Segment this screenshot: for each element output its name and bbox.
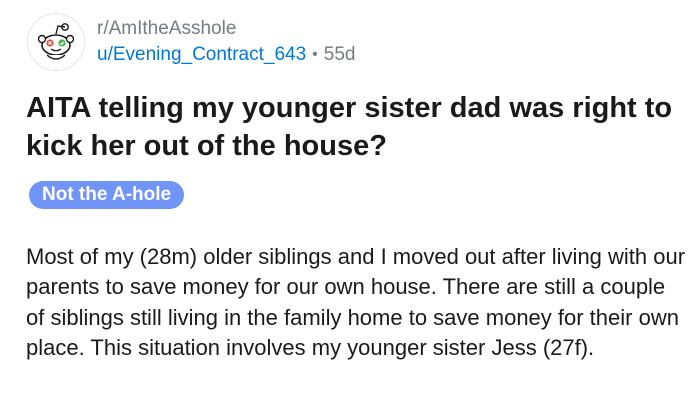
snoo-icon — [37, 23, 75, 60]
author-line: u/Evening_Contract_643 • 55d — [97, 42, 355, 67]
post-flair[interactable]: Not the A-hole — [29, 181, 185, 209]
subreddit-link[interactable]: r/AmItheAsshole — [97, 17, 355, 40]
author-link[interactable]: u/Evening_Contract_643 — [97, 42, 306, 67]
separator-dot: • — [312, 46, 318, 63]
post-header: r/AmItheAsshole u/Evening_Contract_643 •… — [27, 12, 355, 72]
subreddit-avatar[interactable] — [27, 13, 85, 71]
post-body: Most of my (28m) older siblings and I mo… — [26, 244, 686, 361]
post-meta: r/AmItheAsshole u/Evening_Contract_643 •… — [97, 17, 355, 67]
post-title[interactable]: AITA telling my younger sister dad was r… — [26, 89, 676, 165]
post-age: 55d — [323, 44, 356, 65]
